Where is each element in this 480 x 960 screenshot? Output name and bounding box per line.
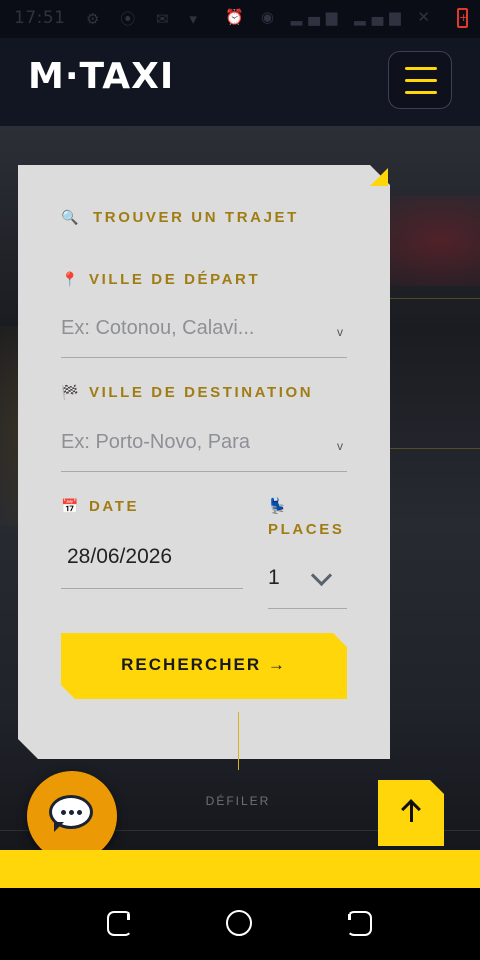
destination-label-text: VILLE DE DESTINATION xyxy=(89,384,314,401)
date-label-text: DATE xyxy=(89,498,140,515)
battery-charging-icon: + xyxy=(457,8,468,28)
status-notification-icons: ⚙ ⦿ ✉ ▾ xyxy=(86,10,205,28)
scroll-indicator-line xyxy=(238,712,239,770)
app-logo[interactable]: M·TAXI xyxy=(28,56,174,97)
date-input[interactable]: 28/06/2026 xyxy=(67,545,172,569)
chat-bubble-tail xyxy=(54,822,64,832)
form-title-text: TROUVER UN TRAJET xyxy=(93,209,299,226)
chevron-down-icon: v xyxy=(337,325,343,339)
recent-apps-icon[interactable] xyxy=(107,911,132,936)
chat-bubble-dot xyxy=(77,810,82,815)
destination-input[interactable]: Ex: Porto-Novo, Para xyxy=(61,431,250,454)
back-icon[interactable] xyxy=(347,911,372,936)
app-header: M·TAXI xyxy=(0,38,480,126)
hero-decor-line xyxy=(390,298,480,299)
departure-label-text: VILLE DE DÉPART xyxy=(89,271,261,288)
destination-underline xyxy=(61,471,347,472)
chat-bubble-dot xyxy=(61,810,66,815)
menu-button[interactable] xyxy=(388,51,452,109)
departure-label: 📍 VILLE DE DÉPART xyxy=(61,271,260,288)
status-bar: 17:51 ⚙ ⦿ ✉ ▾ ⏰ ◉ ▂▄▆ ▂▄▆ ✕ + xyxy=(0,0,480,38)
arrow-up-icon-head xyxy=(401,799,421,819)
places-select[interactable]: 1 xyxy=(268,566,280,590)
scroll-hint: DÉFILER xyxy=(205,794,271,808)
form-title: 🔍 TROUVER UN TRAJET xyxy=(61,209,299,226)
back-icon-mark xyxy=(348,914,351,920)
checkered-flag-icon: 🏁 xyxy=(61,384,79,400)
back-to-top-button[interactable] xyxy=(378,780,444,846)
home-icon[interactable] xyxy=(226,910,252,936)
date-label: 📅 DATE xyxy=(61,498,139,515)
recent-apps-icon-mark xyxy=(127,914,130,920)
date-underline xyxy=(61,588,243,589)
destination-label: 🏁 VILLE DE DESTINATION xyxy=(61,384,313,401)
pin-icon: 📍 xyxy=(61,271,79,287)
hero-decor-line xyxy=(390,448,480,449)
hamburger-icon-bar xyxy=(405,79,437,82)
chevron-down-icon: v xyxy=(337,439,343,453)
footer-accent-band xyxy=(0,850,480,888)
calendar-icon: 📅 xyxy=(61,498,79,514)
system-nav-bar xyxy=(0,888,480,960)
departure-input[interactable]: Ex: Cotonou, Calavi... xyxy=(61,317,254,340)
hamburger-icon xyxy=(405,67,437,70)
chat-bubble-icon xyxy=(49,795,93,832)
chat-button[interactable] xyxy=(27,771,117,861)
places-underline xyxy=(268,608,347,609)
status-system-icons: ⏰ ◉ ▂▄▆ ▂▄▆ ✕ xyxy=(225,8,436,26)
places-label: PLACES xyxy=(268,521,345,538)
chat-bubble-dot xyxy=(69,810,74,815)
card-corner-accent xyxy=(370,168,388,186)
status-time: 17:51 xyxy=(14,8,66,28)
hamburger-icon-bar xyxy=(405,91,437,94)
seat-icon: 💺 xyxy=(268,498,287,515)
search-icon: 🔍 xyxy=(61,209,79,225)
departure-underline xyxy=(61,357,347,358)
search-button[interactable]: RECHERCHER → xyxy=(61,633,347,699)
